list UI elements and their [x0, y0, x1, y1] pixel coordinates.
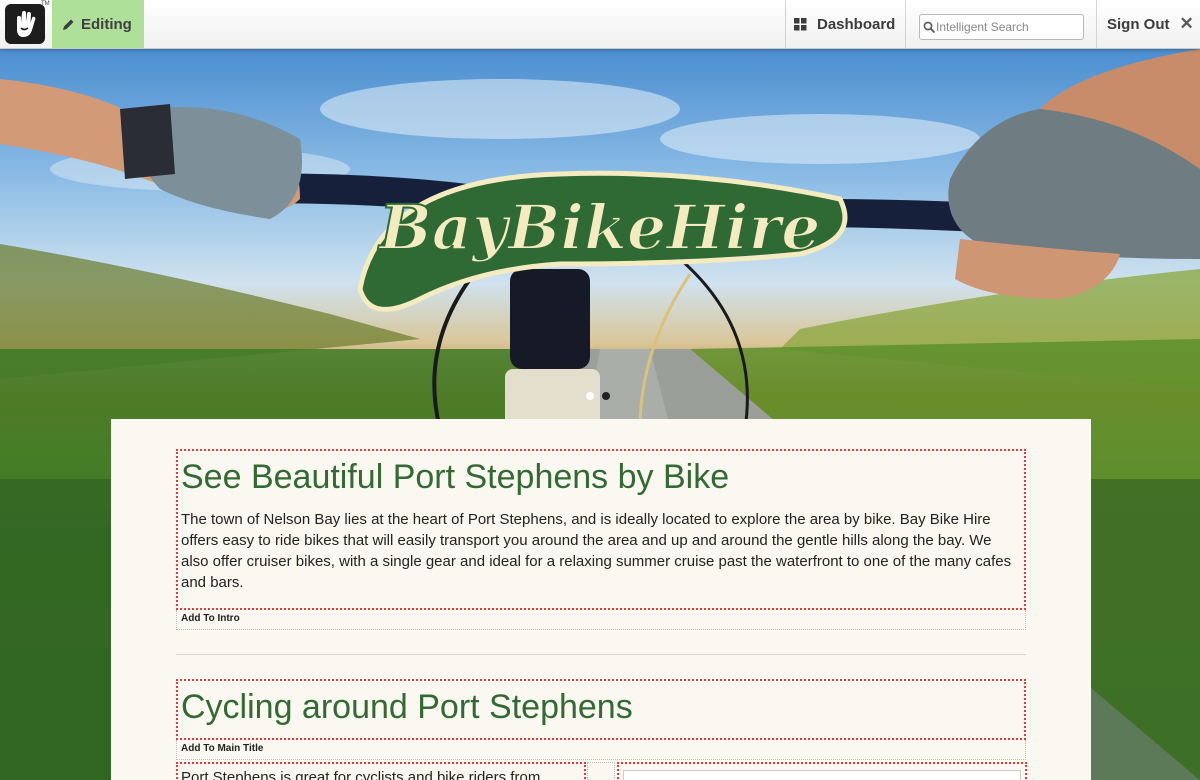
- toolbar-divider: [905, 0, 906, 48]
- column-spacer: [587, 762, 615, 780]
- pencil-icon: [63, 19, 74, 30]
- sign-out-button[interactable]: Sign Out ✕: [1107, 0, 1194, 48]
- intro-paragraph: The town of Nelson Bay lies at the heart…: [181, 511, 1012, 591]
- toolbar-divider: [1096, 0, 1097, 48]
- svg-text:BayBikeHire: BayBikeHire: [377, 191, 820, 264]
- trademark-mark: TM: [41, 1, 50, 7]
- sign-out-label: Sign Out: [1107, 15, 1170, 33]
- slide-dot[interactable]: [586, 392, 594, 400]
- dashboard-label: Dashboard: [817, 15, 896, 33]
- intelligent-search-box[interactable]: [919, 14, 1084, 40]
- baybikehire-logo: BayBikeHire: [357, 170, 848, 312]
- right-column-editable-area[interactable]: [617, 762, 1027, 780]
- edit-toolbar: TM Editing Dashboard Sign Out ✕: [0, 0, 1200, 49]
- section-divider: [176, 654, 1026, 655]
- main-heading: Cycling around Port Stephens: [181, 688, 633, 726]
- intro-heading: See Beautiful Port Stephens by Bike: [181, 458, 730, 496]
- search-input[interactable]: [936, 20, 1076, 34]
- main-title-editable-area[interactable]: Cycling around Port Stephens: [176, 679, 1026, 740]
- search-icon: [923, 21, 936, 33]
- dashboard-button[interactable]: Dashboard: [786, 0, 895, 48]
- editing-mode-button[interactable]: Editing: [52, 0, 144, 48]
- editing-label: Editing: [81, 15, 132, 33]
- dashboard-grid-icon: [794, 17, 807, 30]
- cms-logo-button[interactable]: [5, 4, 45, 44]
- column-paragraph: Port Stephens is great for cyclists and …: [181, 769, 541, 780]
- slide-dot[interactable]: [602, 392, 610, 400]
- left-column-editable-area[interactable]: Port Stephens is great for cyclists and …: [176, 762, 586, 780]
- intro-editable-area[interactable]: See Beautiful Port Stephens by Bike The …: [176, 449, 1026, 610]
- right-column-placeholder: [623, 770, 1021, 780]
- close-icon: ✕: [1179, 14, 1194, 33]
- content-panel: See Beautiful Port Stephens by Bike The …: [111, 419, 1091, 780]
- add-to-intro-button[interactable]: Add To Intro: [176, 610, 1026, 630]
- concrete5-hand-icon: [17, 11, 36, 37]
- add-to-main-title-button[interactable]: Add To Main Title: [176, 740, 1026, 760]
